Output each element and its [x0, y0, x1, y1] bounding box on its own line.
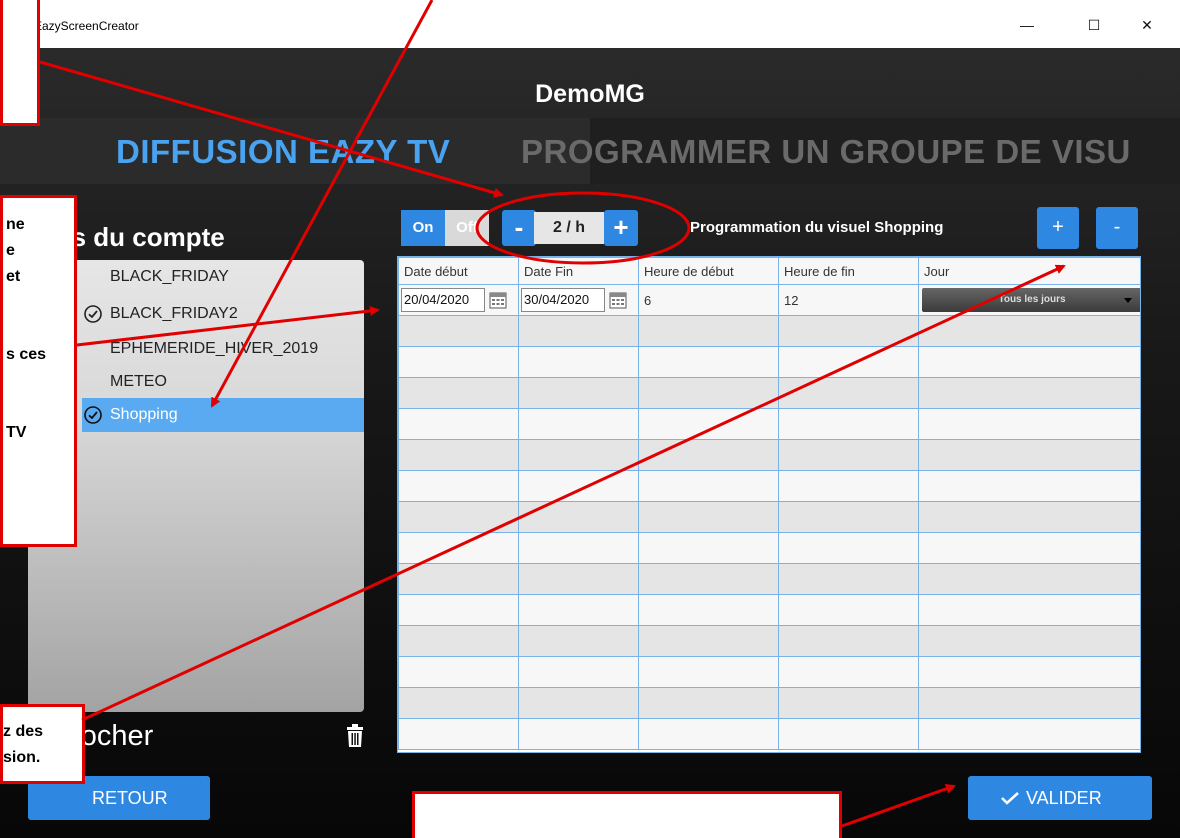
annotation-arrows	[39, 0, 1066, 828]
arrow-to-shopping	[210, 0, 434, 408]
arrow-to-validate	[841, 783, 956, 828]
arrow-to-jour	[81, 264, 1066, 722]
arrow-to-frequency	[39, 60, 504, 198]
highlight-ellipse	[475, 191, 691, 265]
arrow-to-table	[76, 305, 380, 347]
